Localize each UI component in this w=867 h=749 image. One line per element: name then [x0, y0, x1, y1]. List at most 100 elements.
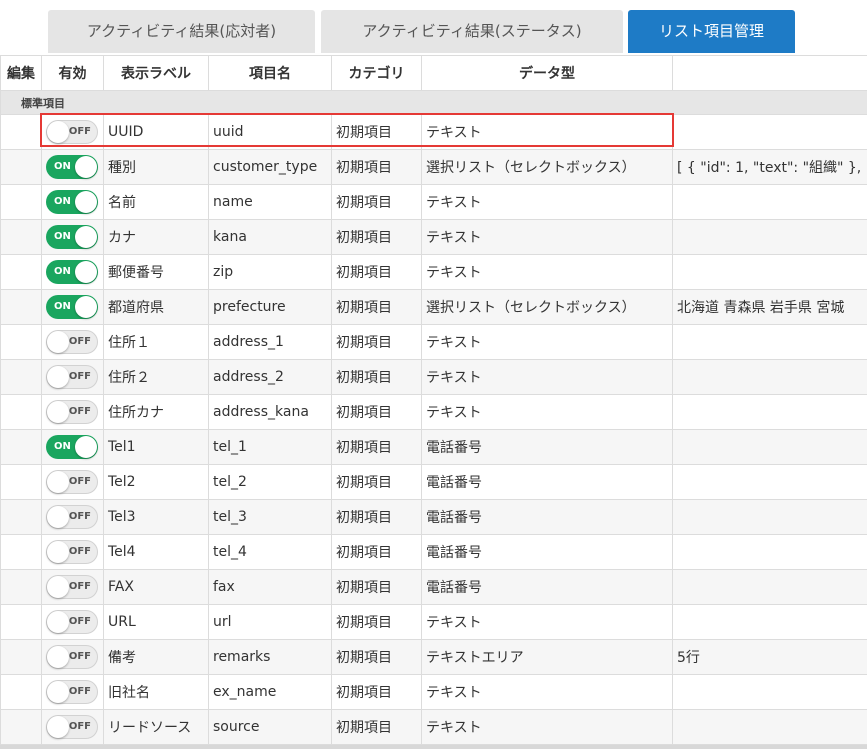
tab-activity-result-responder[interactable]: アクティビティ結果(応対者)	[48, 10, 315, 53]
data-type-cell: テキスト	[421, 674, 673, 710]
tab-list-item-management[interactable]: リスト項目管理	[628, 10, 795, 53]
table-header-row: 編集 有効 表示ラベル 項目名 カテゴリ データ型	[0, 55, 867, 91]
category-cell: 初期項目	[331, 289, 422, 325]
options-cell: 5行	[672, 639, 867, 675]
enabled-toggle[interactable]: OFF	[46, 575, 98, 599]
enabled-cell: ON	[41, 149, 104, 185]
field-name-cell: ex_name	[208, 674, 332, 710]
field-name-cell: prefecture	[208, 289, 332, 325]
enabled-toggle[interactable]: OFF	[46, 470, 98, 494]
tab-activity-result-status[interactable]: アクティビティ結果(ステータス)	[321, 10, 623, 53]
category-cell: 初期項目	[331, 604, 422, 640]
category-cell: 初期項目	[331, 394, 422, 430]
enabled-cell: ON	[41, 219, 104, 255]
enabled-toggle[interactable]: OFF	[46, 330, 98, 354]
label-cell: URL	[103, 604, 209, 640]
enabled-toggle[interactable]: ON	[46, 260, 98, 284]
label-cell: 住所カナ	[103, 394, 209, 430]
table-row: OFF リードソース source 初期項目 テキスト	[0, 709, 867, 745]
edit-cell[interactable]	[0, 289, 42, 325]
label-cell: FAX	[103, 569, 209, 605]
label-cell: 郵便番号	[103, 254, 209, 290]
label-cell: 都道府県	[103, 289, 209, 325]
edit-cell[interactable]	[0, 499, 42, 535]
enabled-toggle[interactable]: OFF	[46, 680, 98, 704]
table-row: OFF UUID uuid 初期項目 テキスト	[0, 114, 867, 150]
toggle-state-text: OFF	[68, 336, 91, 347]
edit-cell[interactable]	[0, 464, 42, 500]
label-cell: Tel1	[103, 429, 209, 465]
enabled-toggle[interactable]: OFF	[46, 365, 98, 389]
enabled-cell: ON	[41, 289, 104, 325]
category-cell: 初期項目	[331, 359, 422, 395]
field-name-cell: kana	[208, 219, 332, 255]
list-item-table: 編集 有効 表示ラベル 項目名 カテゴリ データ型 標準項目 OFF UUID uu…	[0, 55, 867, 745]
group-header-standard: 標準項目	[0, 90, 867, 115]
enabled-toggle[interactable]: OFF	[46, 610, 98, 634]
edit-cell[interactable]	[0, 394, 42, 430]
data-type-cell: 電話番号	[421, 534, 673, 570]
label-cell: リードソース	[103, 709, 209, 745]
toggle-knob	[75, 296, 97, 318]
edit-cell[interactable]	[0, 604, 42, 640]
field-name-cell: zip	[208, 254, 332, 290]
table-row: ON カナ kana 初期項目 テキスト	[0, 219, 867, 255]
header-field-name: 項目名	[208, 55, 332, 91]
edit-cell[interactable]	[0, 184, 42, 220]
enabled-cell: OFF	[41, 534, 104, 570]
toggle-state-text: OFF	[68, 126, 91, 137]
toggle-state-text: OFF	[68, 476, 91, 487]
enabled-toggle[interactable]: ON	[46, 435, 98, 459]
edit-cell[interactable]	[0, 219, 42, 255]
enabled-toggle[interactable]: ON	[46, 225, 98, 249]
data-type-cell: テキスト	[421, 184, 673, 220]
edit-cell[interactable]	[0, 359, 42, 395]
enabled-toggle[interactable]: OFF	[46, 120, 98, 144]
options-cell: [ { "id": 1, "text": "組織" },	[672, 149, 867, 185]
data-type-cell: テキスト	[421, 709, 673, 745]
enabled-cell: OFF	[41, 114, 104, 150]
enabled-toggle[interactable]: ON	[46, 190, 98, 214]
label-cell: Tel3	[103, 499, 209, 535]
edit-cell[interactable]	[0, 254, 42, 290]
options-cell	[672, 219, 867, 255]
table-row: ON 名前 name 初期項目 テキスト	[0, 184, 867, 220]
label-cell: 住所２	[103, 359, 209, 395]
toggle-knob	[47, 576, 69, 598]
edit-cell[interactable]	[0, 429, 42, 465]
field-name-cell: source	[208, 709, 332, 745]
edit-cell[interactable]	[0, 674, 42, 710]
toggle-knob	[75, 261, 97, 283]
table-row: OFF FAX fax 初期項目 電話番号	[0, 569, 867, 605]
label-cell: 名前	[103, 184, 209, 220]
enabled-toggle[interactable]: ON	[46, 155, 98, 179]
edit-cell[interactable]	[0, 114, 42, 150]
enabled-toggle[interactable]: OFF	[46, 715, 98, 739]
enabled-toggle[interactable]: ON	[46, 295, 98, 319]
table-row: OFF Tel3 tel_3 初期項目 電話番号	[0, 499, 867, 535]
edit-cell[interactable]	[0, 569, 42, 605]
toggle-state-text: ON	[54, 196, 71, 207]
toggle-state-text: OFF	[68, 721, 91, 732]
edit-cell[interactable]	[0, 639, 42, 675]
enabled-toggle[interactable]: OFF	[46, 400, 98, 424]
edit-cell[interactable]	[0, 149, 42, 185]
enabled-toggle[interactable]: OFF	[46, 540, 98, 564]
table-row: OFF 住所２ address_2 初期項目 テキスト	[0, 359, 867, 395]
edit-cell[interactable]	[0, 324, 42, 360]
edit-cell[interactable]	[0, 534, 42, 570]
tab-bar: アクティビティ結果(応対者) アクティビティ結果(ステータス) リスト項目管理	[0, 0, 867, 56]
enabled-cell: ON	[41, 429, 104, 465]
enabled-cell: ON	[41, 184, 104, 220]
edit-cell[interactable]	[0, 709, 42, 745]
toggle-knob	[47, 541, 69, 563]
field-name-cell: uuid	[208, 114, 332, 150]
toggle-knob	[75, 191, 97, 213]
toggle-knob	[47, 681, 69, 703]
toggle-state-text: OFF	[68, 581, 91, 592]
enabled-toggle[interactable]: OFF	[46, 645, 98, 669]
enabled-toggle[interactable]: OFF	[46, 505, 98, 529]
options-cell	[672, 569, 867, 605]
table-row: OFF 旧社名 ex_name 初期項目 テキスト	[0, 674, 867, 710]
horizontal-scrollbar[interactable]	[0, 745, 867, 749]
